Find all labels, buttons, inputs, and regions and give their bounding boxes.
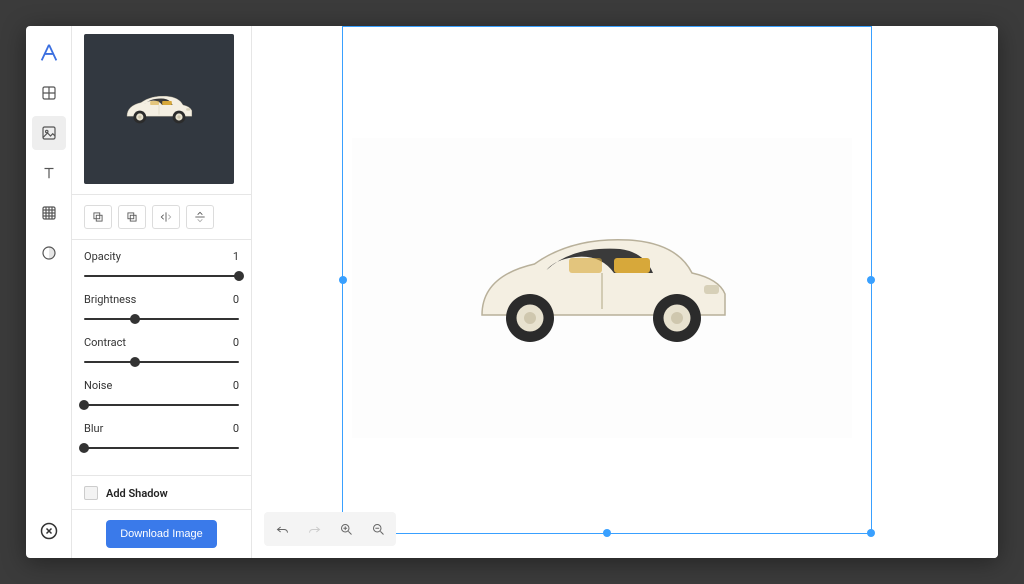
flip-vertical-button[interactable] (186, 205, 214, 229)
blur-value: 0 (233, 422, 239, 435)
selection-handle-br[interactable] (867, 529, 875, 537)
send-backward-button[interactable] (118, 205, 146, 229)
pattern-tool-icon[interactable] (32, 196, 66, 230)
blur-slider[interactable] (84, 441, 239, 455)
opacity-value: 1 (233, 250, 239, 263)
image-tool-icon[interactable] (32, 116, 66, 150)
opacity-slider[interactable] (84, 269, 239, 283)
zoom-out-button[interactable] (364, 516, 392, 542)
logo-icon[interactable] (32, 36, 66, 70)
contract-label: Contract (84, 336, 126, 349)
layer-thumbnail[interactable] (84, 34, 234, 184)
bring-forward-button[interactable] (84, 205, 112, 229)
contract-value: 0 (233, 336, 239, 349)
brightness-label: Brightness (84, 293, 136, 306)
close-panel-button[interactable] (32, 514, 66, 548)
brightness-value: 0 (233, 293, 239, 306)
canvas-image[interactable] (352, 138, 852, 438)
zoom-in-button[interactable] (332, 516, 360, 542)
add-shadow-label: Add Shadow (106, 487, 168, 500)
canvas[interactable] (252, 26, 998, 558)
opacity-label: Opacity (84, 250, 121, 263)
adjust-tool-icon[interactable] (32, 236, 66, 270)
blur-label: Blur (84, 422, 103, 435)
noise-label: Noise (84, 379, 112, 392)
selection-handle-bm[interactable] (603, 529, 611, 537)
text-tool-icon[interactable] (32, 156, 66, 190)
noise-slider[interactable] (84, 398, 239, 412)
canvas-controls (264, 512, 396, 546)
brightness-slider[interactable] (84, 312, 239, 326)
redo-button[interactable] (300, 516, 328, 542)
noise-value: 0 (233, 379, 239, 392)
selection-handle-ml[interactable] (339, 276, 347, 284)
selection-handle-mr[interactable] (867, 276, 875, 284)
flip-horizontal-button[interactable] (152, 205, 180, 229)
add-shadow-checkbox[interactable] (84, 486, 98, 500)
contract-slider[interactable] (84, 355, 239, 369)
toolbar (26, 26, 72, 558)
download-image-button[interactable]: Download Image (106, 520, 217, 548)
properties-scroll[interactable]: Opacity1Brightness0Contract0Noise0Blur0 … (72, 26, 251, 509)
layout-tool-icon[interactable] (32, 76, 66, 110)
undo-button[interactable] (268, 516, 296, 542)
editor-window: Opacity1Brightness0Contract0Noise0Blur0 … (26, 26, 998, 558)
properties-panel: Opacity1Brightness0Contract0Noise0Blur0 … (72, 26, 252, 558)
